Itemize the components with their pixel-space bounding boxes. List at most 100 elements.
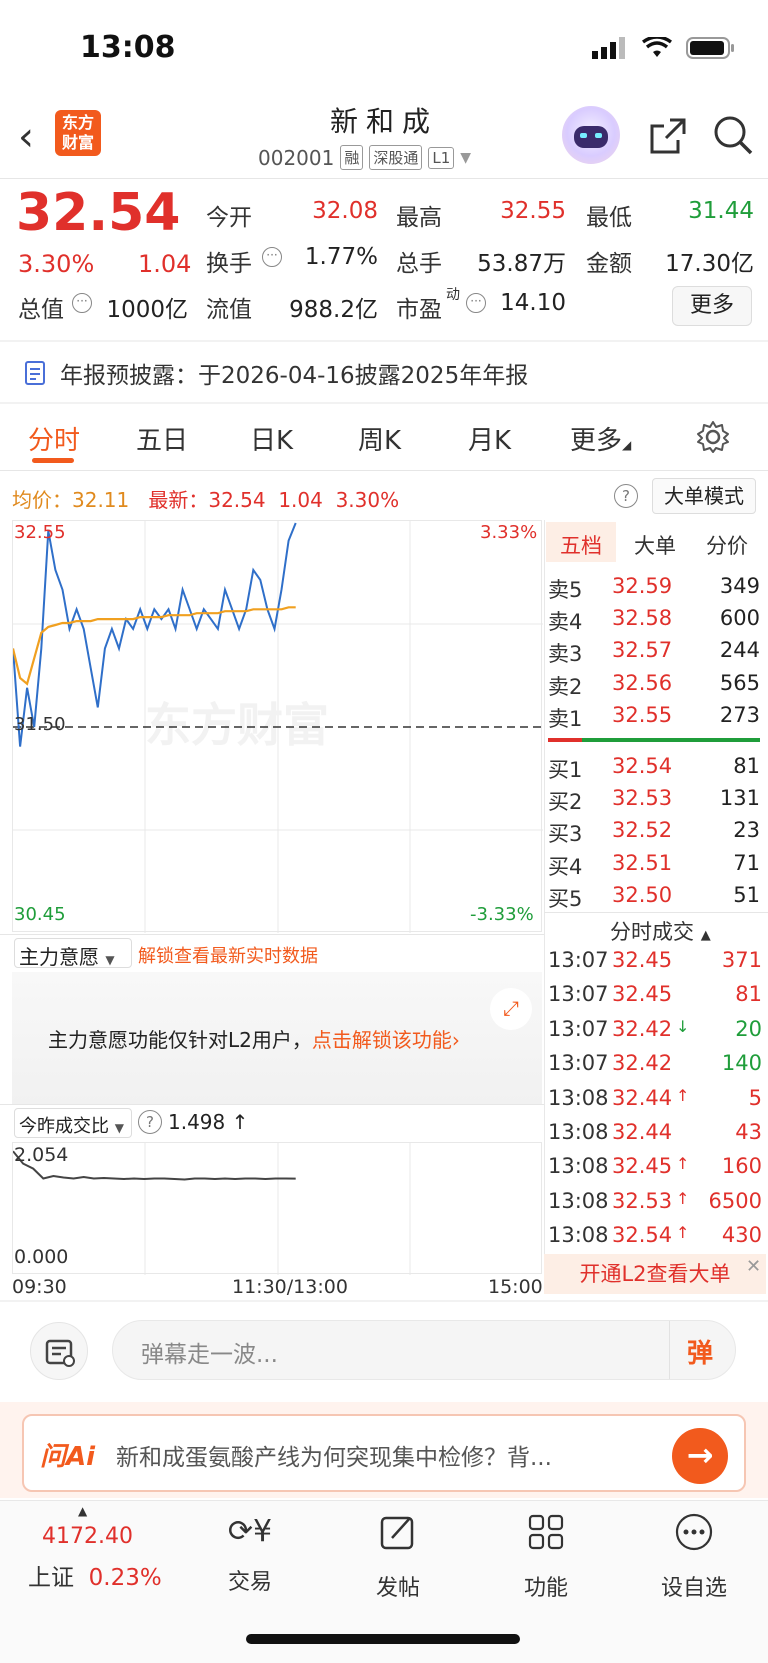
orderbook-divider [544, 520, 545, 1290]
ai-logo: 问Ai [40, 1442, 96, 1472]
tab-daily-k[interactable]: 日K [250, 420, 293, 457]
unlock-realtime-link[interactable]: 解锁查看最新实时数据 [138, 942, 318, 968]
help-icon[interactable]: ? [614, 484, 638, 508]
ai-assistant-icon[interactable] [562, 106, 620, 164]
signal-icon [592, 37, 625, 59]
float-cap-label: 流值 [206, 297, 252, 323]
latest-pct: 3.30% [335, 488, 400, 512]
stock-subtitle[interactable]: 002001 融 深股通 L1 ▼ [258, 145, 471, 170]
ask-row[interactable]: 卖5 32.59 349 [548, 574, 760, 604]
tab-more[interactable]: 更多◢ [570, 420, 631, 457]
bid-row[interactable]: 买4 32.51 71 [548, 851, 760, 881]
tab-price-distribution[interactable]: 分价 [706, 530, 748, 560]
big-order-mode-button[interactable]: 大单模式 [652, 478, 756, 514]
turnover-value: 1.77% [304, 244, 378, 270]
close-icon[interactable]: ✕ [746, 1256, 761, 1277]
vol-ratio-svg [12, 1143, 411, 1275]
trades-title[interactable]: 分时成交 ▲ [610, 916, 711, 946]
index-info[interactable]: 上证 0.23% [28, 1558, 162, 1592]
index-name: 上证 [28, 1565, 74, 1591]
ask-price: 32.58 [612, 606, 673, 631]
chart-bottom-divider [0, 1300, 768, 1302]
bid-price: 32.50 [612, 882, 673, 907]
pe-label: 市盈 [396, 297, 442, 323]
input-divider [669, 1321, 670, 1379]
trade-price: 32.45 [612, 982, 673, 1007]
tab-monthly-k[interactable]: 月K [468, 420, 511, 457]
chart-watermark: 东方财富 [145, 698, 329, 752]
ask-volume: 273 [719, 702, 760, 727]
danmaku-input[interactable]: 弹幕走一波... 弹 [112, 1320, 736, 1380]
volume-label: 总手 [396, 251, 442, 277]
intraday-chart[interactable]: 东方财富 [11, 520, 543, 933]
help-icon[interactable]: ? [138, 1110, 162, 1134]
trade-row: 13:08 32.44 43 [548, 1120, 762, 1152]
trade-row: 13:07 32.45 81 [548, 982, 762, 1014]
x-tick-close: 15:00 [488, 1276, 543, 1298]
index-pct: 0.23% [88, 1565, 162, 1591]
index-value[interactable]: 4172.40 [42, 1524, 133, 1549]
last-price: 32.54 [16, 183, 181, 243]
danmaku-settings-icon[interactable] [30, 1322, 88, 1380]
bid-row[interactable]: 买1 32.54 81 [548, 754, 760, 784]
level-tag: L1 [428, 146, 455, 169]
tab-five-levels[interactable]: 五档 [560, 530, 602, 560]
latest-label: 最新： [148, 488, 209, 512]
tab-weekly-k[interactable]: 周K [358, 420, 401, 457]
ai-send-arrow-icon[interactable]: → [672, 1428, 728, 1484]
ai-question-box[interactable]: 问Ai 新和成蛋氨酸产线为何突现集中检修？背... [22, 1414, 746, 1492]
trade-arrow: ↑ [676, 1223, 690, 1243]
tab-big-orders[interactable]: 大单 [634, 530, 676, 560]
notice-text: 年报预披露：于2026-04-16披露2025年年报 [60, 363, 529, 389]
vol-ratio-chart[interactable] [12, 1142, 542, 1275]
bid-volume: 81 [733, 754, 760, 778]
tab-intraday[interactable]: 分时 [28, 420, 80, 457]
trade-price: 32.42 [612, 1051, 673, 1076]
report-notice[interactable]: 年报预披露：于2026-04-16披露2025年年报 [24, 356, 528, 390]
ask-row[interactable]: 卖1 32.55 273 [548, 703, 760, 733]
bid-row[interactable]: 买2 32.53 131 [548, 786, 760, 816]
avg-price-value: 32.11 [72, 488, 130, 512]
locked-message: 主力意愿功能仅针对L2用户，点击解锁该功能› [48, 1028, 460, 1052]
bid-row[interactable]: 买3 32.52 23 [548, 818, 760, 848]
info-dots-icon[interactable]: ··· [466, 290, 486, 313]
vol-ratio-dropdown[interactable]: 今昨成交比 ▼ [14, 1108, 132, 1138]
nav-functions[interactable]: 功能 [486, 1510, 606, 1602]
open-l2-banner[interactable]: 开通L2查看大单 [544, 1254, 766, 1294]
nav-post[interactable]: 发帖 [338, 1510, 458, 1602]
high-value: 32.55 [500, 198, 566, 224]
bid-price: 32.52 [612, 818, 673, 843]
search-icon[interactable] [712, 114, 754, 156]
nav-watchlist[interactable]: 设自选 [634, 1510, 754, 1602]
grid-apps-icon [528, 1514, 564, 1550]
info-dots-icon[interactable]: ··· [72, 290, 92, 313]
ask-label: 卖4 [548, 610, 583, 635]
change-percent: 3.30% [18, 250, 95, 278]
settings-gear-icon[interactable] [696, 420, 730, 454]
ask-row[interactable]: 卖4 32.58 600 [548, 606, 760, 636]
more-stats-button[interactable]: 更多 [672, 286, 752, 326]
expand-icon[interactable]: ⤢ [490, 988, 532, 1030]
notice-divider [0, 402, 768, 404]
danmaku-send-button[interactable]: 弹 [687, 1333, 713, 1370]
trade-time: 13:07 [548, 982, 609, 1007]
ask-volume: 600 [719, 606, 760, 631]
trade-row: 13:08 32.45 ↑ 160 [548, 1154, 762, 1186]
share-icon[interactable] [648, 116, 688, 156]
info-dots-icon[interactable]: ··· [262, 244, 282, 267]
chevron-down-icon: ▼ [114, 1121, 124, 1135]
low-label: 最低 [586, 205, 632, 231]
tab-five-day[interactable]: 五日 [136, 420, 188, 457]
unlock-feature-link[interactable]: 点击解锁该功能 [312, 1028, 452, 1052]
nav-trade[interactable]: ⟳¥ 交易 [190, 1510, 310, 1596]
trade-volume: 5 [748, 1085, 762, 1110]
main-force-dropdown[interactable]: 主力意愿 ▼ [14, 938, 132, 969]
tabs-divider [0, 470, 768, 471]
latest-change: 1.04 [278, 488, 323, 512]
bid-row[interactable]: 买5 32.50 51 [548, 883, 760, 913]
ask-row[interactable]: 卖3 32.57 244 [548, 638, 760, 668]
x-tick-midday: 11:30/13:00 [232, 1276, 348, 1298]
ask-row[interactable]: 卖2 32.56 565 [548, 671, 760, 701]
ask-price: 32.55 [612, 702, 673, 727]
trade-time: 13:07 [548, 1016, 609, 1041]
